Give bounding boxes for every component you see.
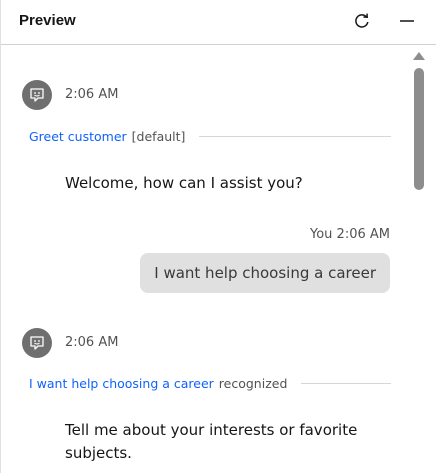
user-message-text: I want help choosing a career xyxy=(154,264,376,282)
message-timestamp: 2:06 AM xyxy=(65,335,119,350)
intent-link[interactable]: Greet customer xyxy=(29,129,127,144)
minimize-button[interactable] xyxy=(396,10,418,32)
minimize-icon xyxy=(400,20,414,22)
bot-avatar xyxy=(22,80,52,110)
panel-title: Preview xyxy=(19,12,76,29)
scrollbar[interactable] xyxy=(411,48,427,473)
refresh-icon xyxy=(355,13,369,28)
refresh-button[interactable] xyxy=(351,10,373,32)
bot-message-line: subjects. xyxy=(65,444,132,462)
intent-tag: [default] xyxy=(131,128,186,144)
bot-message-line: Tell me about your interests or favorite xyxy=(65,421,358,439)
user-message-bubble: I want help choosing a career xyxy=(140,253,390,293)
chat-bot-icon xyxy=(30,88,44,102)
bot-message-text: Tell me about your interests or favorite… xyxy=(65,419,357,465)
divider xyxy=(199,135,391,137)
intent-row: I want help choosing a career recognized xyxy=(29,374,391,392)
bot-avatar xyxy=(22,328,52,358)
panel-header: Preview xyxy=(1,0,436,45)
preview-panel: Preview 2:06 AM Greet customer [default] xyxy=(0,0,436,473)
bot-message-text: Welcome, how can I assist you? xyxy=(65,174,303,192)
scroll-thumb[interactable] xyxy=(414,68,424,190)
user-message-meta: You 2:06 AM xyxy=(310,227,390,242)
intent-row: Greet customer [default] xyxy=(29,127,391,145)
scroll-up-arrow[interactable] xyxy=(413,52,425,60)
message-timestamp: 2:06 AM xyxy=(65,87,119,102)
chat-bot-icon xyxy=(30,336,44,350)
divider xyxy=(301,382,391,384)
intent-tag: recognized xyxy=(218,375,288,391)
intent-link[interactable]: I want help choosing a career xyxy=(29,376,214,391)
